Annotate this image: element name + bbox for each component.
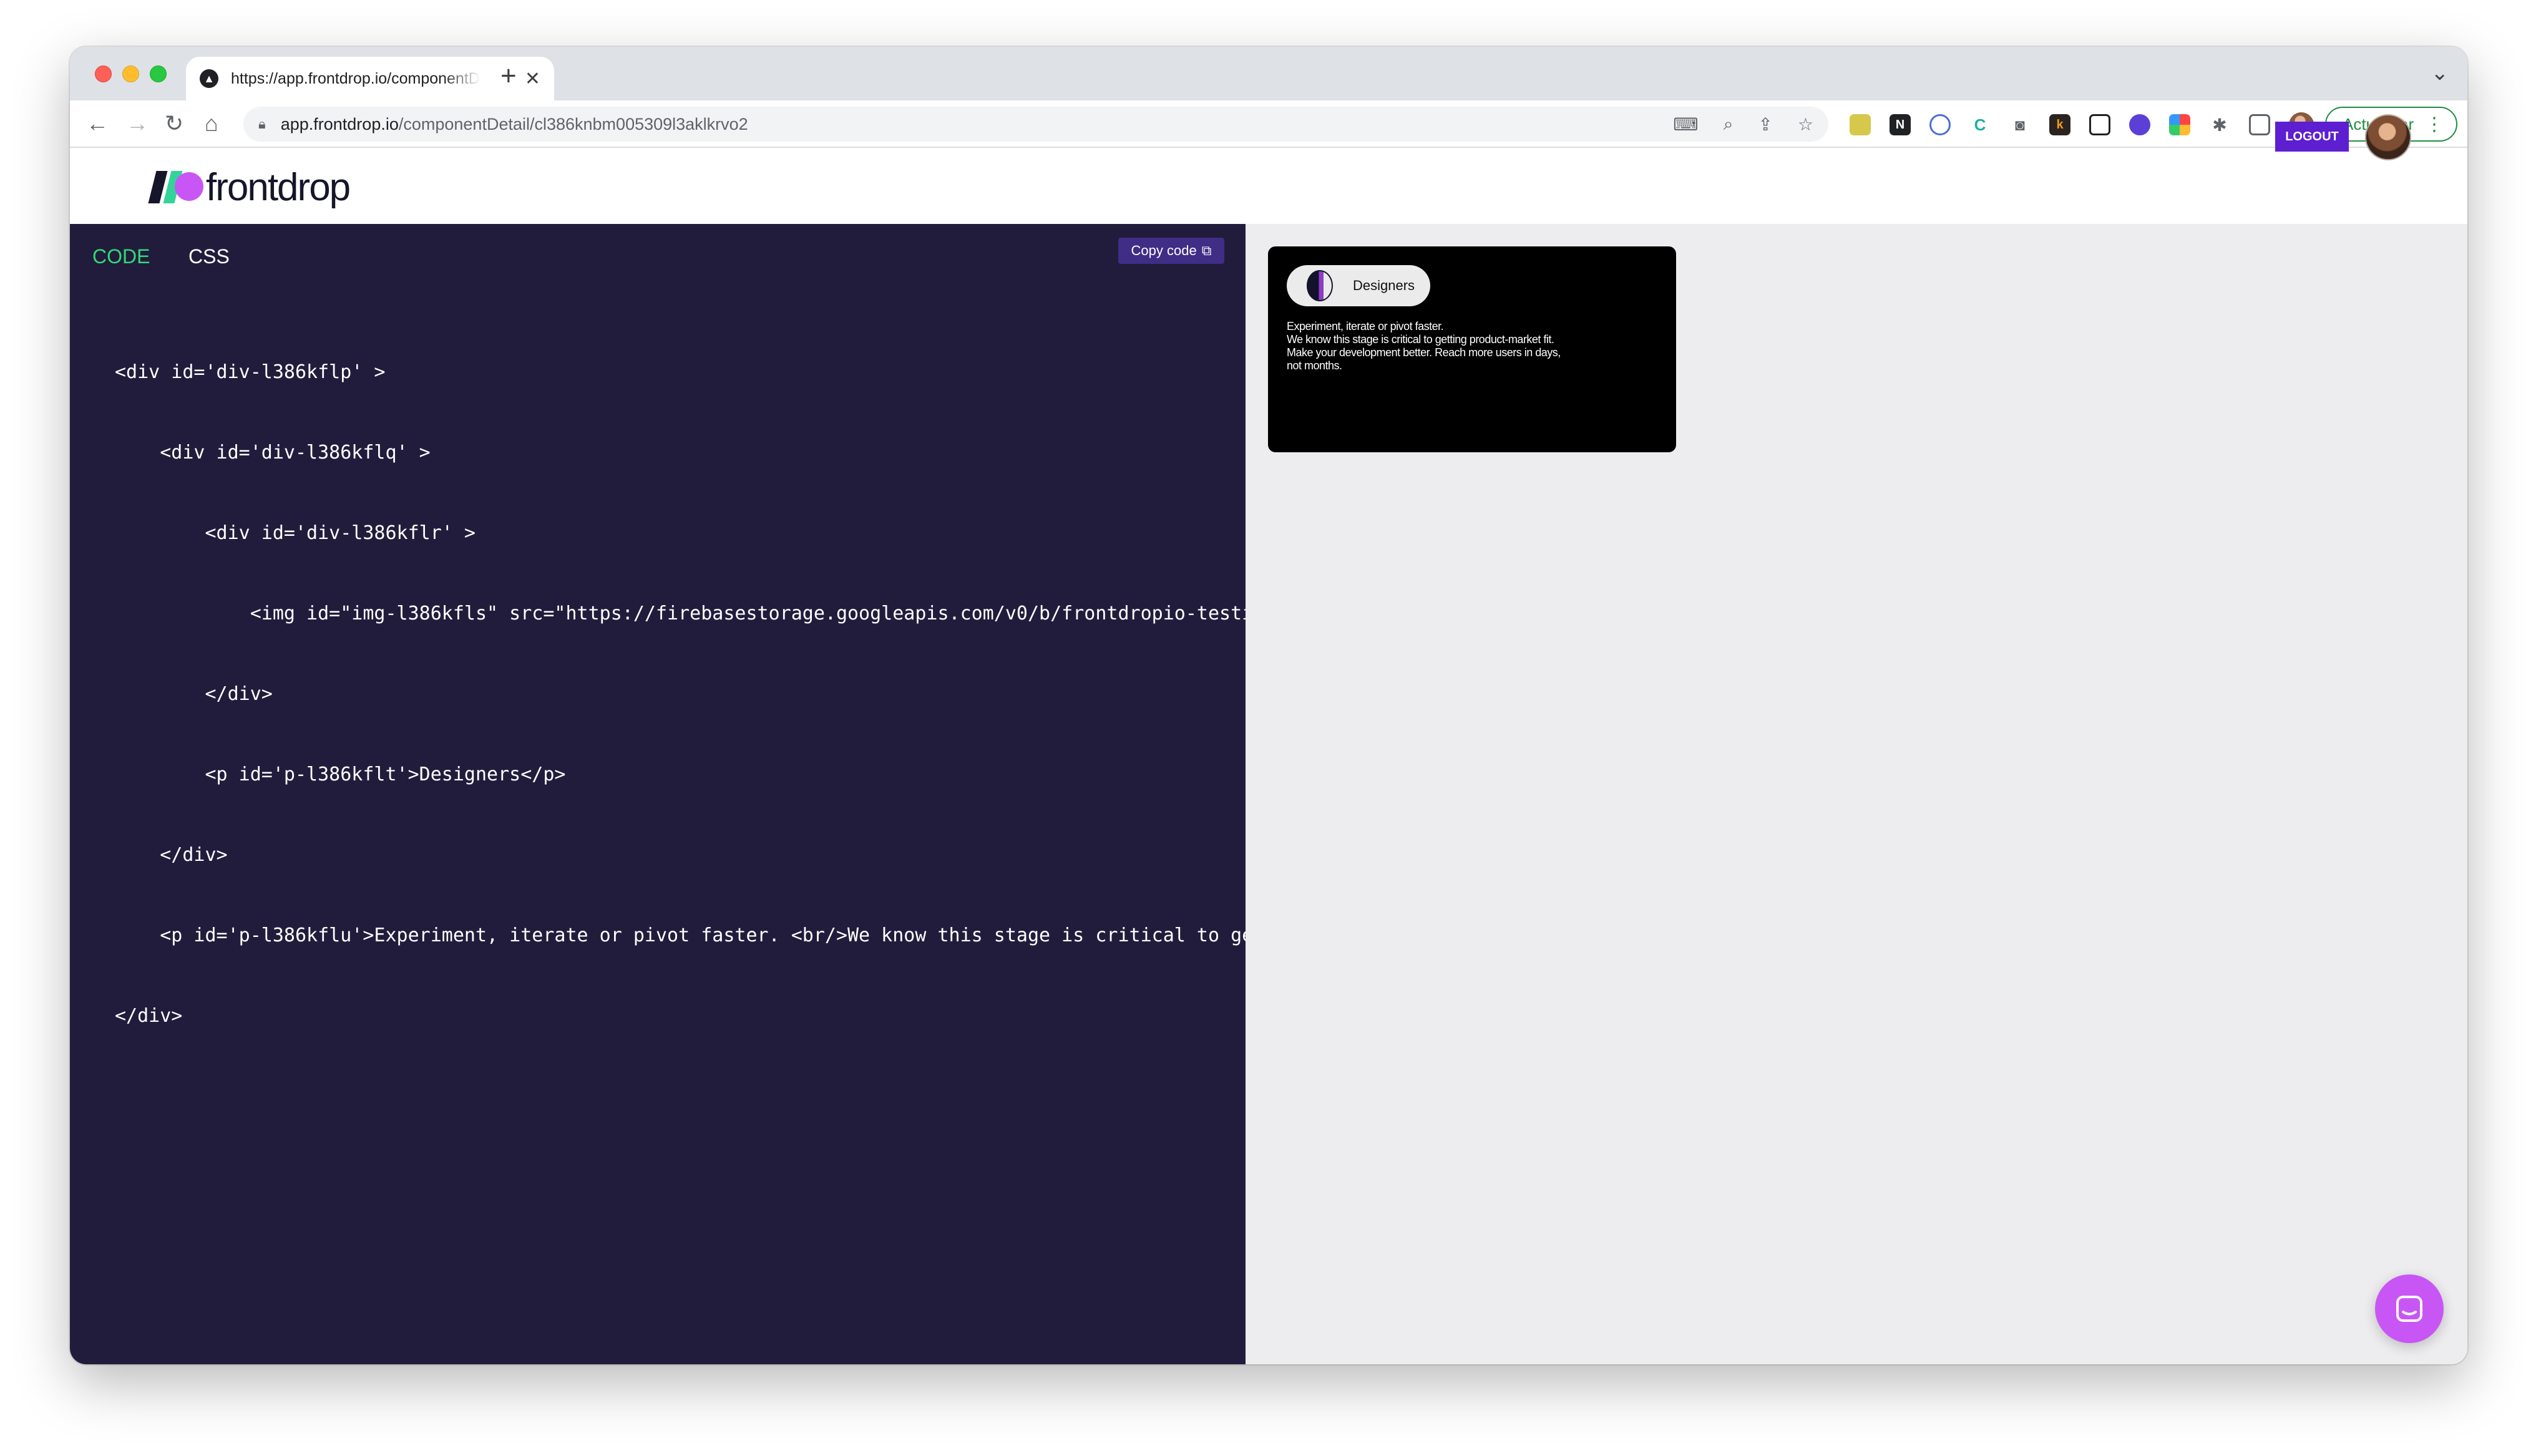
- tab-css[interactable]: CSS: [188, 245, 230, 268]
- forward-arrow-icon[interactable]: →: [126, 109, 149, 138]
- extension-bee-icon[interactable]: [1850, 114, 1871, 135]
- camera-extension-icon[interactable]: ◙: [2009, 114, 2031, 135]
- browser-window: ▲ https://app.frontdrop.io/componentDeta…: [70, 47, 2467, 1364]
- preview-panel: Designers Experiment, iterate or pivot f…: [1246, 224, 2467, 1364]
- share-icon[interactable]: ⇪: [1758, 114, 1772, 135]
- omnibox-actions: ⌨ ⌕ ⇪ ☆: [1673, 114, 1813, 135]
- card-text-line: Make your development better. Reach more…: [1287, 346, 1561, 359]
- tab-code[interactable]: CODE: [92, 245, 150, 268]
- code-line: <img id="img-l386kfls" src="https://fire…: [115, 603, 1246, 624]
- code-line: </div>: [115, 1005, 183, 1027]
- logo-mark-icon: [148, 168, 203, 206]
- extensions-puzzle-icon[interactable]: ✱: [2209, 114, 2230, 135]
- code-line: <div id='div-l386kflq' >: [115, 442, 431, 463]
- card-text-line: Experiment, iterate or pivot faster.: [1287, 320, 1444, 332]
- tab-title: https://app.frontdrop.io/componentDetail…: [231, 69, 480, 87]
- close-window-button[interactable]: [95, 66, 112, 82]
- extensions-row: N C ◙ k ✱: [1850, 110, 2314, 139]
- chat-icon: [2396, 1296, 2422, 1322]
- reload-icon[interactable]: ↻: [165, 109, 183, 138]
- home-icon[interactable]: ⌂: [205, 109, 218, 138]
- url-domain: app.frontdrop.io: [280, 114, 399, 133]
- code-line: <div id='div-l386kflp' >: [115, 361, 386, 383]
- side-panel-icon[interactable]: [2249, 114, 2270, 135]
- translate-icon[interactable]: ⌨: [1673, 114, 1698, 135]
- card-text-line: not months.: [1287, 359, 1342, 372]
- color-picker-extension-icon[interactable]: [2169, 114, 2190, 135]
- back-arrow-icon[interactable]: ←: [86, 109, 109, 138]
- browser-menu-icon[interactable]: ⋮: [2425, 114, 2444, 135]
- card-description: Experiment, iterate or pivot faster. We …: [1287, 320, 1661, 372]
- k-extension-icon[interactable]: k: [2049, 114, 2070, 135]
- minimize-window-button[interactable]: [122, 66, 139, 82]
- tab-search-chevron-icon[interactable]: ⌄: [2431, 61, 2449, 85]
- frontdrop-logo[interactable]: frontdrop: [148, 165, 351, 209]
- address-bar[interactable]: 🔒︎ app.frontdrop.io/componentDetail/cl38…: [243, 107, 1828, 142]
- zoom-icon[interactable]: ⌕: [1724, 114, 1734, 135]
- browser-tab-active[interactable]: ▲ https://app.frontdrop.io/componentDeta…: [186, 57, 554, 100]
- code-line: <p id='p-l386kflt'>Designers</p>: [115, 764, 566, 785]
- chat-button[interactable]: [2375, 1274, 2444, 1343]
- user-avatar[interactable]: [2365, 114, 2411, 160]
- notion-extension-icon[interactable]: N: [1890, 114, 1911, 135]
- url-text[interactable]: app.frontdrop.io/componentDetail/cl386kn…: [281, 115, 748, 134]
- code-block[interactable]: <div id='div-l386kflp' > <div id='div-l3…: [115, 305, 1246, 1083]
- app-header: frontdrop: [70, 148, 2467, 224]
- tab-close-icon[interactable]: ✕: [525, 68, 540, 90]
- picture-in-picture-icon[interactable]: [2089, 114, 2110, 135]
- extension-circle-icon[interactable]: [1929, 114, 1951, 135]
- component-preview-card: Designers Experiment, iterate or pivot f…: [1268, 246, 1676, 452]
- extension-c-icon[interactable]: C: [1969, 114, 1991, 135]
- lock-icon[interactable]: 🔒︎: [258, 116, 266, 132]
- url-path: /componentDetail/cl386knbm005309l3aklkrv…: [398, 114, 748, 133]
- frontdrop-favicon-icon: ▲: [200, 69, 218, 88]
- code-line: </div>: [115, 683, 273, 705]
- code-line: <p id='p-l386kflu'>Experiment, iterate o…: [115, 925, 1246, 946]
- copy-icon: ⧉: [1201, 243, 1212, 258]
- browser-toolbar: ← → ↻ ⌂ 🔒︎ app.frontdrop.io/componentDet…: [70, 100, 2467, 148]
- copy-code-button[interactable]: Copy code ⧉: [1118, 238, 1224, 264]
- card-text-line: We know this stage is critical to gettin…: [1287, 333, 1554, 346]
- pill-image: [1307, 270, 1333, 301]
- logout-button[interactable]: LOGOUT: [2275, 122, 2349, 152]
- extension-purple-icon[interactable]: [2129, 114, 2150, 135]
- code-panel: CODE CSS Copy code ⧉ <div id='div-l386kf…: [70, 224, 1246, 1364]
- designers-pill: Designers: [1287, 265, 1430, 306]
- zoom-window-button[interactable]: [150, 66, 167, 82]
- new-tab-button[interactable]: +: [500, 61, 517, 92]
- code-line: <div id='div-l386kflr' >: [115, 522, 476, 544]
- logo-text: frontdrop: [206, 165, 351, 209]
- pill-label: Designers: [1353, 278, 1415, 293]
- copy-code-label: Copy code: [1131, 243, 1197, 258]
- tab-strip: ▲ https://app.frontdrop.io/componentDeta…: [70, 47, 2467, 100]
- code-line: </div>: [115, 844, 228, 866]
- bookmark-star-icon[interactable]: ☆: [1798, 114, 1813, 135]
